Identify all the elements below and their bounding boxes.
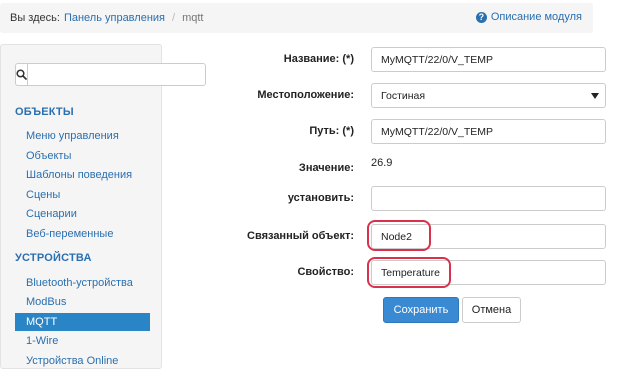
save-button[interactable]: Сохранить [383,297,459,323]
sidebar-item-scripts[interactable]: Сценарии [15,205,150,223]
help-icon: ? [475,11,487,23]
nav-header-objects: ОБЪЕКТЫ [15,106,74,118]
nav-header-devices: УСТРОЙСТВА [15,252,92,264]
sidebar-item-objects[interactable]: Объекты [15,147,150,165]
sidebar-item-mqtt[interactable]: MQTT [15,313,150,331]
sidebar-item-scenes[interactable]: Сцены [15,186,150,204]
sidebar-item-behavior-templates[interactable]: Шаблоны поведения [15,166,150,184]
sidebar-search [15,63,206,86]
location-select[interactable]: Гостиная [371,83,606,108]
sidebar-item-devices-online[interactable]: Устройства Online [15,352,150,369]
module-help-link[interactable]: ? Описание модуля [475,11,582,23]
sidebar-item-web-variables[interactable]: Веб-переменные [15,225,150,243]
breadcrumb: Вы здесь: Панель управления / mqtt ? Опи… [0,3,593,33]
breadcrumb-prefix: Вы здесь: [10,12,60,24]
set-value-input[interactable] [371,186,606,211]
property-label: Свойство: [297,266,354,278]
path-input[interactable]: MyMQTT/22/0/V_TEMP [371,119,606,144]
search-icon [16,69,27,80]
current-value: 26.9 [371,157,393,169]
sidebar-item-bluetooth[interactable]: Bluetooth-устройства [15,274,150,292]
sidebar-item-1wire[interactable]: 1-Wire [15,332,150,350]
property-highlight [367,257,451,288]
name-input-value: MyMQTT/22/0/V_TEMP [381,53,494,66]
set-label: установить: [287,192,354,204]
location-select-value: Гостиная [381,89,426,102]
breadcrumb-current: mqtt [182,12,204,24]
breadcrumb-link-dashboard[interactable]: Панель управления [64,12,165,24]
value-label: Значение: [298,162,354,174]
linked-object-label: Связанный объект: [247,230,354,242]
path-input-value: MyMQTT/22/0/V_TEMP [381,125,494,138]
breadcrumb-separator: / [172,12,176,24]
search-input[interactable] [27,63,206,86]
name-input[interactable]: MyMQTT/22/0/V_TEMP [371,47,606,72]
sidebar: ОБЪЕКТЫ Меню управления Объекты Шаблоны … [0,44,206,369]
sidebar-item-control-menu[interactable]: Меню управления [15,127,150,145]
dropdown-arrow-icon [591,93,599,99]
path-label: Путь: (*) [309,125,354,137]
cancel-button[interactable]: Отмена [462,297,521,323]
sidebar-item-modbus[interactable]: ModBus [15,293,150,311]
location-label: Местоположение: [257,89,354,101]
module-help-label: Описание модуля [490,11,582,23]
search-button[interactable] [15,63,27,86]
name-label: Название: (*) [283,53,354,65]
linked-object-highlight [367,220,431,251]
